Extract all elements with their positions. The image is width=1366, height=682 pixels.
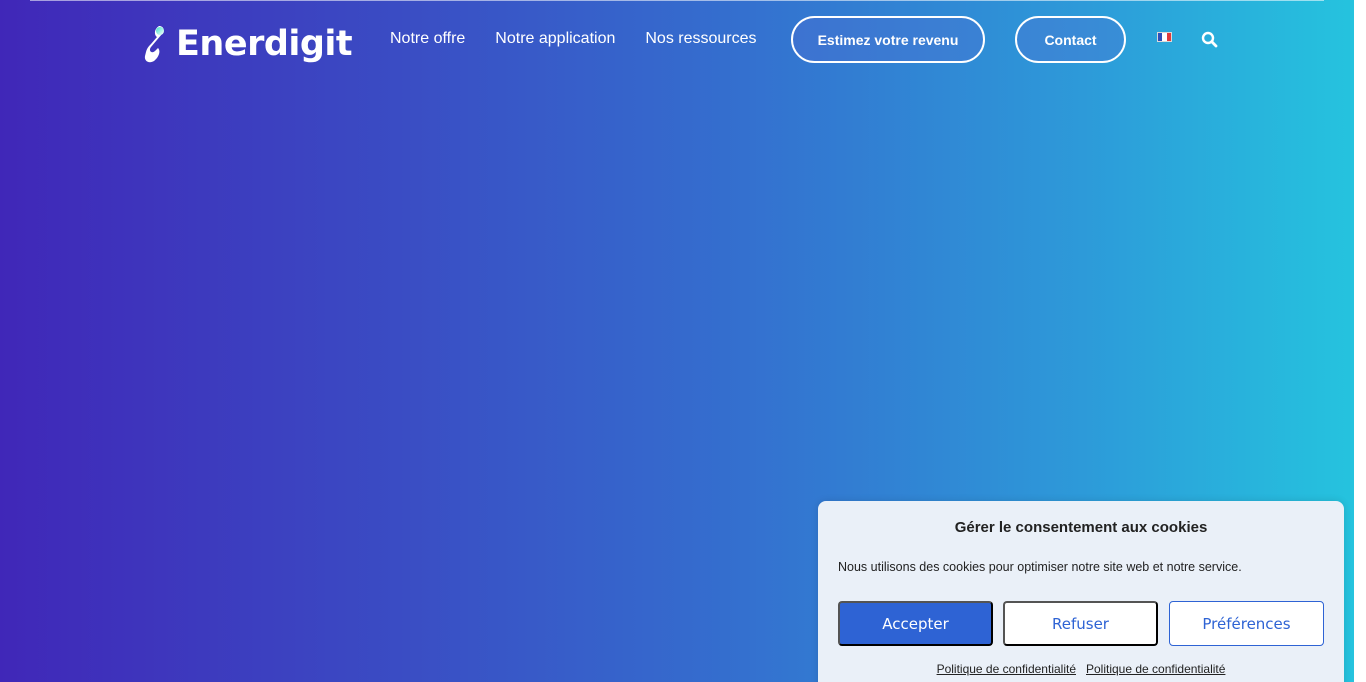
- main-nav: Notre offre Notre application Nos ressou…: [390, 30, 757, 48]
- refuse-cookies-button[interactable]: Refuser: [1003, 601, 1158, 646]
- privacy-policy-link[interactable]: Politique de confidentialité: [937, 662, 1076, 676]
- brand-logo[interactable]: Enerdigit: [142, 19, 353, 69]
- nav-item-notre-application[interactable]: Notre application: [495, 30, 615, 48]
- brand-name: Enerdigit: [176, 24, 353, 64]
- nav-item-notre-offre[interactable]: Notre offre: [390, 30, 465, 48]
- accept-cookies-button[interactable]: Accepter: [838, 601, 993, 646]
- cookie-banner-message: Nous utilisons des cookies pour optimise…: [838, 560, 1242, 574]
- search-icon[interactable]: [1201, 31, 1218, 48]
- cookie-policy-links: Politique de confidentialité Politique d…: [818, 662, 1344, 676]
- cookie-consent-banner: Gérer le consentement aux cookies Nous u…: [818, 501, 1344, 682]
- logo-mark-icon: [144, 26, 164, 63]
- scrollbar[interactable]: [1354, 0, 1366, 682]
- nav-item-nos-ressources[interactable]: Nos ressources: [645, 30, 756, 48]
- cookie-preferences-button[interactable]: Préférences: [1169, 601, 1324, 646]
- contact-button[interactable]: Contact: [1015, 16, 1126, 63]
- privacy-policy-link[interactable]: Politique de confidentialité: [1086, 662, 1225, 676]
- french-flag-icon[interactable]: [1157, 32, 1172, 42]
- estimate-revenue-button[interactable]: Estimez votre revenu: [791, 16, 985, 63]
- top-divider: [30, 0, 1324, 1]
- cookie-banner-title: Gérer le consentement aux cookies: [954, 519, 1208, 536]
